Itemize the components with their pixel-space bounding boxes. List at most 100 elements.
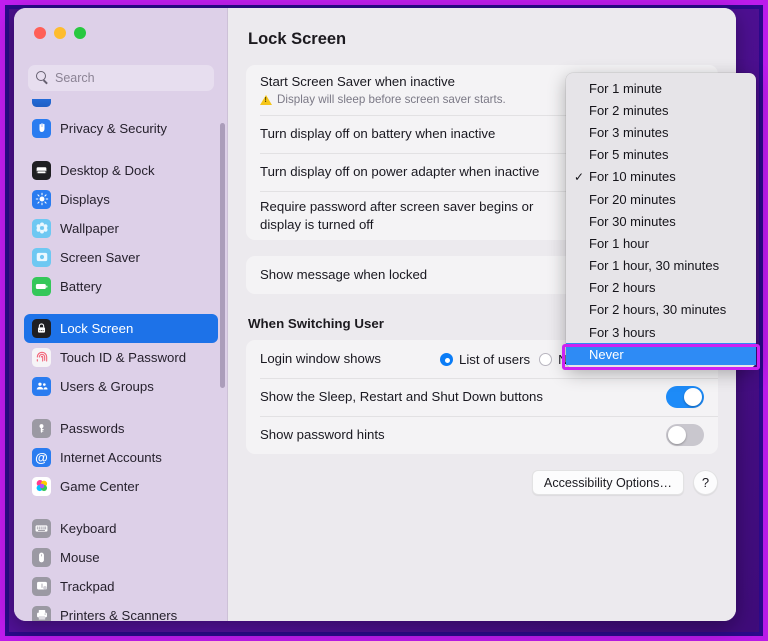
sidebar: Privacy & Security Desktop & Dock Displa… — [14, 8, 228, 621]
dropdown-item[interactable]: For 2 hours — [566, 277, 756, 299]
search-field[interactable] — [28, 65, 214, 91]
dropdown-item-label: For 3 hours — [589, 324, 656, 340]
sidebar-item-label: Game Center — [60, 478, 140, 494]
gamecenter-icon — [32, 476, 51, 496]
row-label: Login window shows — [260, 351, 381, 367]
sidebar-item-label: Displays — [60, 191, 110, 207]
sidebar-item-wallpaper[interactable]: Wallpaper — [24, 214, 218, 243]
radio-label: List of users — [459, 351, 531, 367]
sidebar-item-mouse[interactable]: Mouse — [24, 543, 218, 572]
keyboard-icon — [32, 518, 51, 538]
warning-text: Display will sleep before screen saver s… — [277, 93, 506, 107]
sidebar-item-keyboard[interactable]: Keyboard — [24, 514, 218, 543]
row-label: Show the Sleep, Restart and Shut Down bu… — [260, 389, 543, 405]
close-button[interactable] — [34, 27, 46, 39]
sidebar-item-printers-scanners[interactable]: Printers & Scanners — [24, 601, 218, 622]
sidebar-scrollbar[interactable] — [220, 122, 225, 388]
dropdown-item[interactable]: For 2 hours, 30 minutes — [566, 299, 756, 321]
dropdown-item[interactable]: For 5 minutes — [566, 144, 756, 166]
sidebar-item-label: Users & Groups — [60, 378, 154, 394]
sidebar-divider — [24, 143, 218, 156]
row-label: Show password hints — [260, 427, 385, 443]
footer-buttons: Accessibility Options… ? — [246, 470, 718, 495]
sidebar-divider — [24, 301, 218, 314]
radio-dot-icon — [440, 352, 453, 366]
dropdown-item-label: For 1 hour, 30 minutes — [589, 258, 720, 274]
row-show-password-hints[interactable]: Show password hints — [246, 416, 718, 454]
sidebar-item-clipped[interactable] — [24, 98, 218, 112]
dropdown-item[interactable]: For 3 minutes — [566, 121, 756, 143]
brightness-icon — [32, 189, 51, 209]
sidebar-item-users-groups[interactable]: Users & Groups — [24, 372, 218, 401]
dropdown-item[interactable]: For 2 minutes — [566, 99, 756, 121]
zoom-button[interactable] — [74, 27, 86, 39]
sidebar-item-internet-accounts[interactable]: @ Internet Accounts — [24, 443, 218, 472]
dropdown-item-selected[interactable]: ✓ For 10 minutes — [566, 166, 756, 188]
search-icon — [36, 71, 49, 84]
dropdown-item[interactable]: For 1 hour — [566, 232, 756, 254]
dropdown-item-label: For 10 minutes — [589, 169, 676, 185]
sidebar-item-privacy-security[interactable]: Privacy & Security — [24, 114, 218, 143]
accessibility-options-button[interactable]: Accessibility Options… — [531, 470, 684, 495]
window-controls — [14, 8, 228, 55]
fingerprint-icon — [32, 347, 51, 367]
sidebar-item-screen-saver[interactable]: Screen Saver — [24, 243, 218, 272]
sidebar-item-desktop-dock[interactable]: Desktop & Dock — [24, 156, 218, 185]
dropdown-item-label: For 1 hour — [589, 235, 649, 251]
dropdown-item[interactable]: For 30 minutes — [566, 210, 756, 232]
mouse-icon — [32, 547, 51, 567]
dropdown-item-label: For 5 minutes — [589, 147, 669, 163]
check-icon: ✓ — [574, 169, 585, 184]
dropdown-item-label: For 3 minutes — [589, 124, 669, 140]
dropdown-item-label: For 1 minute — [589, 80, 662, 96]
sidebar-item-label: Mouse — [60, 549, 100, 565]
hand-icon — [32, 118, 51, 138]
sidebar-item-touch-id-password[interactable]: Touch ID & Password — [24, 343, 218, 372]
minimize-button[interactable] — [54, 27, 66, 39]
printer-icon — [32, 605, 51, 621]
dropdown-item[interactable]: For 1 hour, 30 minutes — [566, 255, 756, 277]
users-icon — [32, 376, 51, 396]
row-label: Require password after screen saver begi… — [260, 199, 534, 232]
sidebar-item-displays[interactable]: Displays — [24, 185, 218, 214]
help-button[interactable]: ? — [693, 470, 718, 495]
toggle-knob — [668, 426, 686, 444]
clipped-icon — [32, 98, 51, 107]
sidebar-item-passwords[interactable]: Passwords — [24, 414, 218, 443]
sidebar-item-label: Privacy & Security — [60, 120, 167, 136]
sidebar-item-label: Wallpaper — [60, 220, 119, 236]
sidebar-item-battery[interactable]: Battery — [24, 272, 218, 301]
sidebar-item-label: Passwords — [60, 420, 125, 436]
sidebar-item-label: Printers & Scanners — [60, 607, 178, 622]
dropdown-item[interactable]: For 1 minute — [566, 77, 756, 99]
row-show-sleep-restart-shutdown[interactable]: Show the Sleep, Restart and Shut Down bu… — [246, 378, 718, 416]
dropdown-item-label: For 30 minutes — [589, 213, 676, 229]
sidebar-divider — [24, 501, 218, 514]
toggle-knob — [684, 388, 702, 406]
toggle-password-hints[interactable] — [666, 424, 704, 446]
key-icon — [32, 418, 51, 438]
trackpad-icon — [32, 576, 51, 596]
annotation-highlight-never — [562, 344, 760, 370]
at-icon: @ — [32, 447, 51, 467]
sidebar-scroll-area[interactable]: Privacy & Security Desktop & Dock Displa… — [14, 98, 228, 622]
dropdown-item-label: For 2 minutes — [589, 102, 669, 118]
screen-saver-timing-dropdown[interactable]: For 1 minute For 2 minutes For 3 minutes… — [566, 73, 756, 369]
page-title: Lock Screen — [248, 30, 347, 48]
sidebar-divider — [24, 401, 218, 414]
sidebar-item-trackpad[interactable]: Trackpad — [24, 572, 218, 601]
sidebar-item-label: Desktop & Dock — [60, 162, 155, 178]
sidebar-item-label: Screen Saver — [60, 249, 140, 265]
sidebar-item-label: Battery — [60, 278, 102, 294]
screensaver-icon — [32, 247, 51, 267]
sidebar-item-game-center[interactable]: Game Center — [24, 472, 218, 501]
dropdown-item[interactable]: For 3 hours — [566, 321, 756, 343]
dock-icon — [32, 160, 51, 180]
sidebar-item-lock-screen[interactable]: Lock Screen — [24, 313, 218, 343]
search-input[interactable] — [55, 70, 206, 85]
radio-list-of-users[interactable]: List of users — [440, 352, 530, 367]
sidebar-nav-list: Privacy & Security Desktop & Dock Displa… — [14, 98, 228, 622]
dropdown-item[interactable]: For 20 minutes — [566, 188, 756, 210]
sidebar-item-label: Keyboard — [60, 520, 117, 536]
toggle-sleep-restart-shutdown[interactable] — [666, 386, 704, 408]
